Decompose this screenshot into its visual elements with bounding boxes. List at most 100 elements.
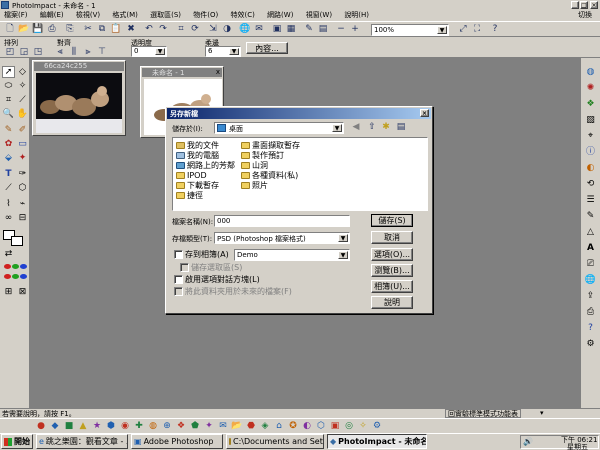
background-color-swatch[interactable] [11,236,23,246]
cut-icon[interactable]: ✂ [81,23,95,36]
album-select[interactable]: Demo ▼ [234,249,350,261]
green-color-dot-2[interactable] [12,274,19,279]
launcher-icon-20[interactable]: ◐ [300,420,314,433]
open-icon[interactable]: 📂 [17,23,31,36]
help-button[interactable]: 說明 [371,296,413,309]
delete-icon[interactable]: ✖ [124,23,138,36]
frame-icon[interactable]: ▣ [270,23,284,36]
launcher-icon-10[interactable]: ⊕ [160,420,174,433]
text-tool-icon[interactable]: T [2,168,15,180]
transform-tool-icon[interactable]: ◇ [16,66,29,78]
document-title-bar-1[interactable]: 66ca24c255 [34,62,124,71]
crop-icon[interactable]: ⌗ [174,23,188,36]
minimize-button[interactable]: _ [571,1,579,9]
channels-palette-icon[interactable]: ⊠ [16,286,29,298]
navigator-icon[interactable]: ⌖ [584,130,597,142]
green-color-dot[interactable] [12,264,19,269]
filetype-select[interactable]: PSD (Photoshop 檔案格式) ▼ [214,232,350,244]
lasso-tool-icon[interactable]: ⬭ [2,80,15,92]
launcher-icon-19[interactable]: ✪ [286,420,300,433]
pen-tool-icon[interactable]: ✑ [16,168,29,180]
dialog-title-bar[interactable]: 另存新檔 × [167,108,431,119]
save-to-album-checkbox[interactable]: 存到相簿(A) [174,249,229,260]
launcher-icon-16[interactable]: ⬣ [244,420,258,433]
brush-panel-icon[interactable]: ✎ [584,210,597,222]
launcher-icon-18[interactable]: ⌂ [272,420,286,433]
text-panel-icon[interactable]: A [584,242,597,254]
launcher-icon-14[interactable]: ✉ [216,420,230,433]
taskbar-item-forum[interactable]: e 跳之樂園：觀看文章 - ... [36,434,128,449]
align-center-icon[interactable]: ⫼ [67,46,81,59]
document-title-bar-2[interactable]: 未命名 - 1 x [142,68,222,77]
opacity-field[interactable]: 0 ▼ [131,46,167,57]
eraser-tool-icon[interactable]: ▭ [16,138,29,150]
new-icon[interactable]: 🗋 [3,23,17,36]
browse-button[interactable]: 瀏覽(B)... [371,264,413,277]
crop-tool-icon[interactable]: ⌗ [2,94,15,106]
easy-palette-icon[interactable]: ◍ [584,66,597,78]
maximize-button[interactable]: □ [580,1,588,9]
fit-icon[interactable]: ⤢ [456,23,470,36]
layer-icon[interactable]: ▤ [316,23,330,36]
brush-icon[interactable]: ✎ [302,23,316,36]
grid-icon[interactable]: ▦ [284,23,298,36]
resize-icon[interactable]: ⇲ [206,23,220,36]
menu-selection[interactable]: 選取區(S) [150,11,181,19]
launcher-icon-15[interactable]: 📂 [230,420,244,433]
chevron-down-icon[interactable]: ▼ [338,234,348,242]
view-menu-icon[interactable]: ▤ [394,121,408,134]
save-icon[interactable]: 💾 [31,23,45,36]
launcher-icon-6[interactable]: ⬢ [104,420,118,433]
switch-label[interactable]: 切換 [578,10,592,21]
path-edit-icon[interactable]: ⌁ [16,198,29,210]
up-folder-icon[interactable]: ⇧ [365,121,379,134]
paste-icon[interactable]: 📋 [109,23,123,36]
start-button[interactable]: 開始 [1,434,33,449]
eyedropper-tool-icon[interactable]: ⟋ [2,182,15,194]
web-panel-icon[interactable]: 🌐 [584,274,597,286]
scan-icon[interactable]: ⎘ [63,23,77,36]
layers-palette-icon[interactable]: ⊞ [2,286,15,298]
launcher-icon-2[interactable]: ◆ [48,420,62,433]
document-close-icon[interactable]: x [216,68,220,76]
menu-edit[interactable]: 編輯(E) [40,11,64,19]
undo-icon[interactable]: ↶ [142,23,156,36]
content-button[interactable]: 內容... [246,42,288,54]
menu-file[interactable]: 檔案(F) [4,11,28,19]
merge-checkbox[interactable]: 將此資料夾用於未來的檔案(F) [174,286,292,297]
feather-field[interactable]: 6 ▼ [205,46,241,57]
swap-color-icon[interactable]: ⇄ [2,248,15,260]
album-button[interactable]: 相簿(U)... [371,280,413,293]
chevron-down-icon[interactable]: ▼ [229,48,239,55]
history-icon[interactable]: ⟲ [584,178,597,190]
launcher-icon-23[interactable]: ◎ [342,420,356,433]
launcher-icon-13[interactable]: ✦ [202,420,216,433]
launcher-icon-3[interactable]: ■ [62,420,76,433]
volume-icon[interactable]: 🔊 [523,437,533,446]
options-button[interactable]: 選項(O)... [371,248,413,261]
cancel-button[interactable]: 取消 [371,231,413,244]
info-icon[interactable]: ⓘ [584,146,597,158]
align-left-icon[interactable]: ⫷ [53,46,67,59]
brush-tool-icon[interactable]: ✎ [2,124,15,136]
align-top-icon[interactable]: ⊤ [95,46,109,59]
menu-help[interactable]: 說明(H) [344,11,369,19]
zoom-out-icon[interactable]: − [334,23,348,36]
launcher-icon-25[interactable]: ⚙ [370,420,384,433]
fullscreen-icon[interactable]: ⛶ [470,23,484,36]
mail-icon[interactable]: ✉ [252,23,266,36]
list-item-shortcut[interactable]: 捷徑 [176,190,203,201]
new-folder-icon[interactable]: ✱ [379,121,393,134]
dialog-close-button[interactable]: × [420,109,429,117]
rotate-icon[interactable]: ⟳ [188,23,202,36]
color-panel-icon[interactable]: ◐ [584,162,597,174]
launcher-icon-1[interactable]: ● [34,420,48,433]
checkbox-box[interactable] [174,275,183,284]
chevron-down-icon[interactable]: ▼ [332,124,342,132]
chevron-down-icon[interactable]: ▼ [155,48,165,55]
menu-view[interactable]: 檢視(V) [76,11,100,19]
document-window-1[interactable]: 66ca24c255 [32,60,126,136]
help-pointer-icon[interactable]: ? [488,23,502,36]
fill-tool-icon[interactable]: ⬙ [2,152,15,164]
taskbar-item-photoimpact[interactable]: ◆ PhotoImpact - 未命名 - 1 [327,434,427,449]
